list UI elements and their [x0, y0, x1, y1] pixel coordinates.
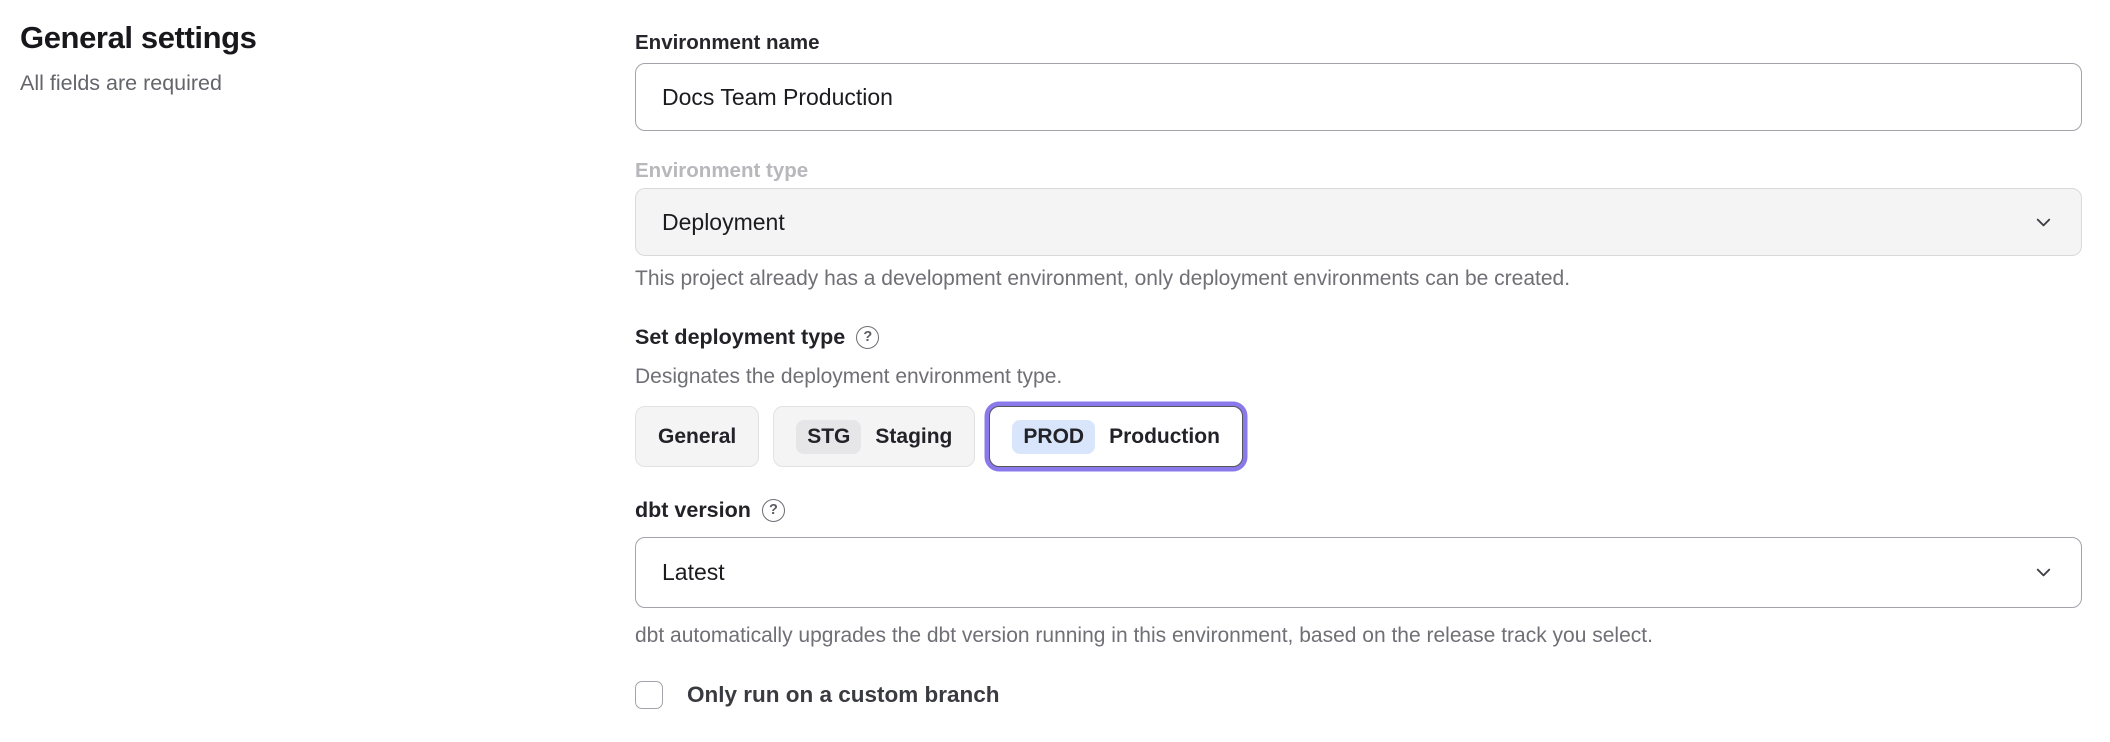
deployment-type-staging-button[interactable]: STG Staging [773, 406, 975, 467]
deployment-type-general-button[interactable]: General [635, 406, 759, 467]
chevron-down-icon [2032, 561, 2055, 584]
environment-type-value: Deployment [662, 209, 785, 236]
dbt-version-help-icon[interactable]: ? [762, 499, 785, 522]
dbt-version-value: Latest [662, 559, 725, 586]
staging-badge: STG [796, 420, 861, 454]
dbt-version-help: dbt automatically upgrades the dbt versi… [635, 623, 2082, 649]
deployment-type-options: General STG Staging PROD Production [635, 406, 1243, 467]
environment-type-label: Environment type [635, 159, 2082, 183]
deployment-type-section: Set deployment type ? [635, 325, 2082, 350]
page-subtitle: All fields are required [20, 71, 580, 96]
page-title: General settings [20, 20, 580, 56]
deployment-type-general-label: General [658, 425, 736, 449]
deployment-type-production-label: Production [1109, 425, 1220, 449]
general-settings-form: Environment name Docs Team Production En… [635, 0, 2082, 742]
custom-branch-checkbox[interactable] [635, 681, 663, 709]
settings-header: General settings All fields are required [20, 20, 580, 96]
environment-name-value: Docs Team Production [662, 84, 893, 111]
deployment-type-label: Set deployment type [635, 325, 845, 350]
dbt-version-select[interactable]: Latest [635, 537, 2082, 608]
dbt-version-label: dbt version [635, 498, 751, 523]
custom-branch-row: Only run on a custom branch [635, 681, 1000, 709]
deployment-type-staging-label: Staging [875, 425, 952, 449]
environment-name-input[interactable]: Docs Team Production [635, 63, 2082, 131]
environment-type-help: This project already has a development e… [635, 266, 2082, 292]
production-badge: PROD [1012, 420, 1095, 454]
deployment-type-production-button[interactable]: PROD Production [989, 406, 1243, 467]
dbt-version-section: dbt version ? [635, 498, 2082, 523]
deployment-type-help-icon[interactable]: ? [856, 326, 879, 349]
custom-branch-label[interactable]: Only run on a custom branch [687, 682, 1000, 708]
deployment-type-description: Designates the deployment environment ty… [635, 364, 2082, 390]
chevron-down-icon [2032, 211, 2055, 234]
environment-name-label: Environment name [635, 31, 2082, 55]
environment-type-select[interactable]: Deployment [635, 188, 2082, 256]
